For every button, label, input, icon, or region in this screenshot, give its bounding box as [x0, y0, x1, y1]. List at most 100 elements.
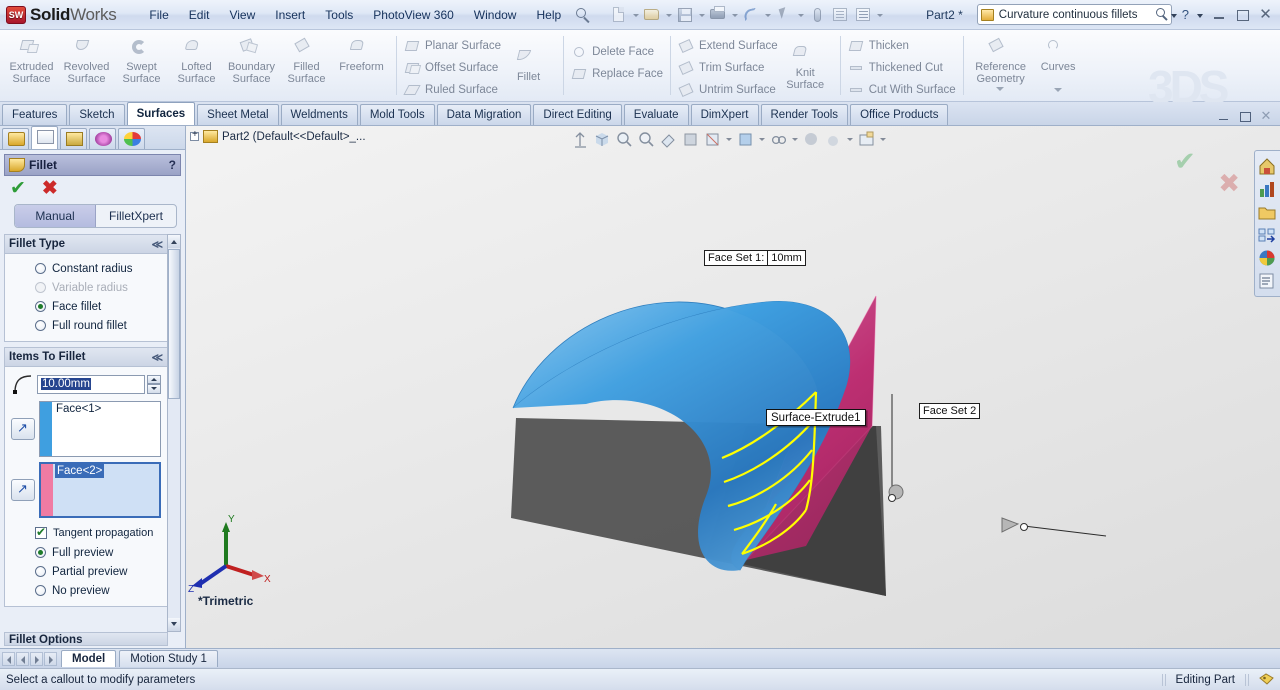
file-explorer-icon[interactable] [1256, 201, 1278, 223]
document-restore-button[interactable] [1238, 110, 1252, 122]
freeform-button[interactable]: Freeform [334, 33, 389, 74]
property-manager-tab[interactable] [31, 126, 58, 149]
property-manager-actions[interactable]: ✔ ✖ [0, 176, 185, 202]
collapse-chevron-icon[interactable]: ≪ [151, 351, 163, 364]
radio-no-preview[interactable]: No preview [11, 581, 161, 600]
select-icon[interactable] [773, 4, 795, 26]
menu-bar[interactable]: File Edit View Insert Tools PhotoView 36… [140, 0, 594, 30]
next-tab-button[interactable] [30, 651, 43, 666]
tab-dimxpert[interactable]: DimXpert [690, 104, 759, 125]
document-minimize-button[interactable] [1217, 110, 1231, 122]
fillet-type-header[interactable]: Fillet Type ≪ [5, 235, 167, 254]
window-restore-button[interactable] [1234, 6, 1251, 23]
save-caret-icon[interactable] [697, 4, 706, 26]
menu-item-photoview-360[interactable]: PhotoView 360 [364, 5, 463, 25]
print-caret-icon[interactable] [730, 4, 739, 26]
boundary-surface-button[interactable]: Boundary Surface [224, 33, 279, 85]
reference-geometry-button[interactable]: Reference Geometry [971, 33, 1031, 93]
menu-item-tools[interactable]: Tools [316, 5, 362, 25]
radius-stepper[interactable] [147, 374, 161, 394]
menu-item-file[interactable]: File [140, 5, 177, 25]
radio-face-fillet[interactable]: Face fillet [11, 297, 161, 316]
menu-item-window[interactable]: Window [465, 5, 526, 25]
appearances-scenes-icon[interactable] [1256, 247, 1278, 269]
customize-icon[interactable] [852, 4, 874, 26]
thicken-button[interactable]: Thicken [848, 35, 956, 57]
face-set-1-listbox[interactable]: Face<1> [39, 401, 161, 457]
tangent-propagation-checkbox[interactable] [35, 525, 47, 539]
menu-item-view[interactable]: View [220, 5, 264, 25]
confirm-cancel-icon[interactable]: ✖ [1218, 168, 1240, 199]
offset-surface-button[interactable]: Offset Surface [404, 57, 501, 79]
search-input[interactable] [993, 7, 1155, 22]
tab-weldments[interactable]: Weldments [280, 104, 358, 125]
view-palette-icon[interactable] [1256, 224, 1278, 246]
revolved-surface-button[interactable]: Revolved Surface [59, 33, 114, 85]
tab-sketch[interactable]: Sketch [69, 104, 125, 125]
window-minimize-button[interactable] [1211, 6, 1228, 23]
display-manager-tab[interactable] [118, 128, 145, 149]
radio-full-preview[interactable]: Full preview [11, 543, 161, 562]
confirm-accept-icon[interactable]: ✔ [1174, 146, 1196, 177]
first-tab-button[interactable] [2, 651, 15, 666]
previous-tab-button[interactable] [16, 651, 29, 666]
ruled-surface-button[interactable]: Ruled Surface [403, 79, 501, 101]
cut-with-surface-button[interactable]: Cut With Surface [848, 79, 956, 101]
cancel-button[interactable]: ✖ [42, 179, 58, 198]
tab-direct-editing[interactable]: Direct Editing [533, 104, 622, 125]
search-scope-icon[interactable] [980, 8, 994, 21]
save-icon[interactable] [674, 4, 696, 26]
curves-caret-icon[interactable] [1053, 87, 1063, 94]
reference-geometry-caret-icon[interactable] [996, 87, 1005, 93]
configuration-manager-tab[interactable] [60, 128, 87, 149]
face-set-1-callout[interactable]: Face Set 1: 10mm [704, 250, 806, 266]
scroll-up-arrow-icon[interactable] [168, 235, 180, 248]
knit-surface-button[interactable]: Knit Surface [778, 33, 833, 91]
graphics-area[interactable]: Part2 (Default<<Default>_... [186, 126, 1280, 648]
face-set-2-item[interactable]: Face<2> [55, 464, 105, 478]
face-set-2-callout[interactable]: Face Set 2 [919, 403, 981, 419]
filletxpert-mode-tab[interactable]: FilletXpert [96, 205, 176, 227]
last-tab-button[interactable] [44, 651, 57, 666]
face-set-1-callout-value[interactable]: 10mm [767, 251, 805, 265]
accept-button[interactable]: ✔ [10, 179, 26, 198]
radio-constant-radius[interactable]: Constant radius [11, 259, 161, 278]
tab-evaluate[interactable]: Evaluate [623, 104, 689, 125]
face-set-2-select-button[interactable] [11, 479, 35, 501]
custom-properties-icon[interactable] [1256, 270, 1278, 292]
search-dropdown-caret-icon[interactable] [1170, 7, 1179, 23]
undo-caret-icon[interactable] [763, 4, 772, 26]
print-icon[interactable] [707, 4, 729, 26]
menu-item-help[interactable]: Help [527, 5, 570, 25]
tab-surfaces[interactable]: Surfaces [126, 102, 196, 125]
thickened-cut-button[interactable]: Thickened Cut [848, 57, 956, 79]
tab-features[interactable]: Features [2, 104, 68, 125]
tangent-propagation-row[interactable]: Tangent propagation [11, 523, 161, 543]
radio-full-round-fillet[interactable]: Full round fillet [11, 316, 161, 335]
property-manager-help-button[interactable]: ? [169, 158, 176, 172]
quick-access-toolbar[interactable] [608, 4, 884, 26]
search-icon[interactable] [1155, 7, 1170, 22]
property-manager-scrollbar[interactable] [167, 234, 181, 632]
customize-caret-icon[interactable] [875, 4, 884, 26]
curves-button[interactable]: Curves [1031, 33, 1086, 94]
window-close-button[interactable]: ✕ [1257, 6, 1274, 23]
tab-mold-tools[interactable]: Mold Tools [359, 104, 435, 125]
radius-stepper-down[interactable] [147, 384, 161, 394]
tag-icon[interactable] [1259, 673, 1274, 686]
swept-surface-button[interactable]: Swept Surface [114, 33, 169, 85]
trim-surface-button[interactable]: Trim Surface [678, 57, 778, 79]
extruded-surface-button[interactable]: Extruded Surface [4, 33, 59, 85]
design-library-icon[interactable] [1256, 178, 1278, 200]
tab-render-tools[interactable]: Render Tools [760, 104, 849, 125]
task-pane[interactable] [1254, 150, 1280, 297]
command-manager-tabs[interactable]: Features Sketch Surfaces Sheet Metal Wel… [0, 102, 1280, 126]
menu-item-edit[interactable]: Edit [180, 5, 219, 25]
tab-motion-study-1[interactable]: Motion Study 1 [119, 650, 218, 667]
face-set-2-listbox[interactable]: Face<2> [39, 462, 161, 518]
lofted-surface-button[interactable]: Lofted Surface [169, 33, 224, 85]
dimxpert-manager-tab[interactable] [89, 128, 116, 149]
face-set-1-select-button[interactable] [11, 418, 35, 440]
fillet-options-section-header[interactable]: Fillet Options [4, 632, 168, 646]
fillet-mode-tabs[interactable]: Manual FilletXpert [14, 204, 177, 228]
